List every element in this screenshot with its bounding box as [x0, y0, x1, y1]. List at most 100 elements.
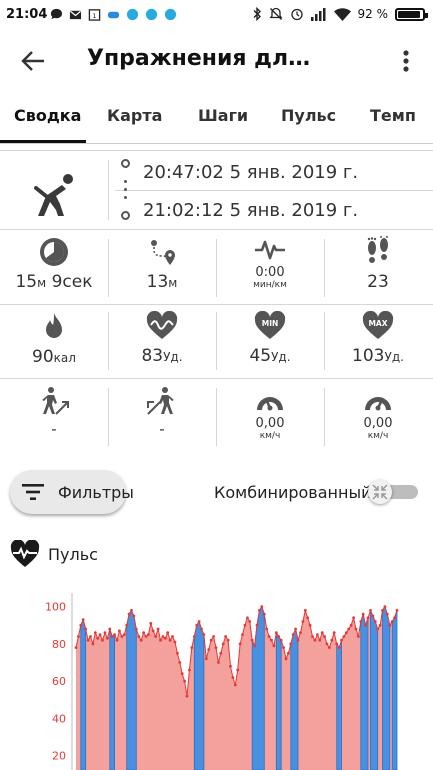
data-point [173, 640, 177, 644]
data-point [163, 636, 167, 640]
walk-downhill-icon [147, 387, 174, 415]
data-point [330, 638, 334, 642]
data-point [84, 627, 88, 631]
tab-summary[interactable]: Сводка [14, 106, 81, 125]
data-point [383, 605, 387, 608]
data-point [369, 609, 372, 612]
toggle-thumb [368, 480, 392, 504]
data-point [192, 635, 196, 638]
data-point [159, 638, 162, 642]
notification-icons: 1 [50, 8, 177, 21]
heart-pulse-icon [10, 540, 40, 567]
data-point [253, 644, 256, 648]
data-point [176, 651, 179, 655]
data-point [178, 661, 182, 664]
data-point [101, 638, 104, 642]
calories-value: 90 [32, 347, 54, 367]
data-point [262, 612, 266, 616]
combined-toggle[interactable] [368, 480, 418, 504]
data-point [270, 638, 273, 642]
data-point [229, 664, 232, 668]
app-icon-blue [145, 8, 158, 21]
data-point [183, 679, 187, 683]
data-point [320, 631, 324, 635]
data-point [115, 638, 119, 642]
pace-heartbeat-icon [255, 240, 285, 260]
calories-unit: кал [53, 351, 76, 365]
tab-pulse[interactable]: Пульс [281, 106, 336, 125]
data-point [81, 618, 85, 622]
data-point [272, 644, 276, 648]
duration-seconds-unit: сек [62, 272, 93, 292]
data-point [279, 638, 283, 642]
highlight-band [193, 620, 205, 770]
data-point [89, 635, 92, 638]
filters-button[interactable]: Фильтры [10, 470, 134, 514]
data-point [180, 672, 184, 676]
data-point [137, 635, 141, 638]
data-point [323, 635, 326, 638]
distance-cell: 13м [108, 236, 216, 292]
data-point [373, 620, 377, 623]
timeline-dot [124, 180, 127, 183]
data-point [325, 642, 329, 646]
duration-cell: 15м 9сек [0, 236, 108, 292]
data-point [118, 629, 121, 633]
data-point [347, 627, 351, 631]
y-tick-label: 100 [45, 601, 66, 614]
data-point [255, 623, 259, 627]
data-point [127, 612, 131, 616]
combined-label: Комбинированный [214, 483, 372, 502]
divider [0, 150, 433, 151]
ascent-cell: - [0, 386, 108, 438]
data-point [209, 638, 213, 642]
data-point [274, 631, 278, 635]
highlight-band [275, 631, 282, 770]
divider [0, 304, 433, 305]
data-point [166, 631, 170, 635]
duration-seconds: 9 [46, 272, 63, 292]
end-time: 21:02:12 5 янв. 2019 г. [143, 200, 359, 221]
footsteps-icon [367, 236, 388, 263]
share-icon[interactable] [343, 49, 367, 73]
data-point [296, 638, 300, 642]
data-point [139, 638, 143, 642]
pace-unit: мин/км [253, 280, 287, 290]
data-point [236, 668, 240, 672]
data-point [385, 612, 389, 616]
data-point [250, 638, 254, 642]
data-point [108, 627, 112, 631]
data-point [77, 635, 80, 638]
timeline-dot [124, 188, 127, 191]
y-tick-label: 20 [52, 750, 66, 763]
more-vert-icon[interactable] [396, 48, 416, 74]
app-icon-blue [126, 8, 139, 21]
data-point [371, 614, 375, 618]
pace-value: 0:00 [255, 265, 285, 280]
data-point [149, 622, 153, 625]
tab-pace[interactable]: Темп [370, 106, 416, 125]
data-point [91, 642, 95, 646]
data-point [349, 623, 353, 627]
data-point [246, 616, 249, 620]
tab-map[interactable]: Карта [107, 106, 162, 125]
app-icon-blue [164, 8, 177, 21]
ascent-value: - [51, 420, 57, 438]
alarm-icon [290, 8, 303, 21]
data-point [134, 627, 138, 631]
data-point [366, 616, 370, 620]
data-point [344, 631, 348, 635]
heart-max-badge: MAX [368, 319, 387, 328]
data-point [308, 623, 312, 627]
status-bar: 21:04 1 92 % [0, 0, 433, 32]
data-point [364, 623, 367, 627]
highlight-band [126, 609, 137, 770]
tab-steps[interactable]: Шаги [198, 106, 248, 125]
data-point [352, 616, 355, 620]
data-point [200, 627, 203, 631]
highlight-band [109, 628, 115, 770]
data-point [110, 635, 114, 638]
data-point [197, 620, 201, 623]
arrow-left-icon[interactable] [20, 49, 46, 73]
data-point [214, 646, 218, 649]
